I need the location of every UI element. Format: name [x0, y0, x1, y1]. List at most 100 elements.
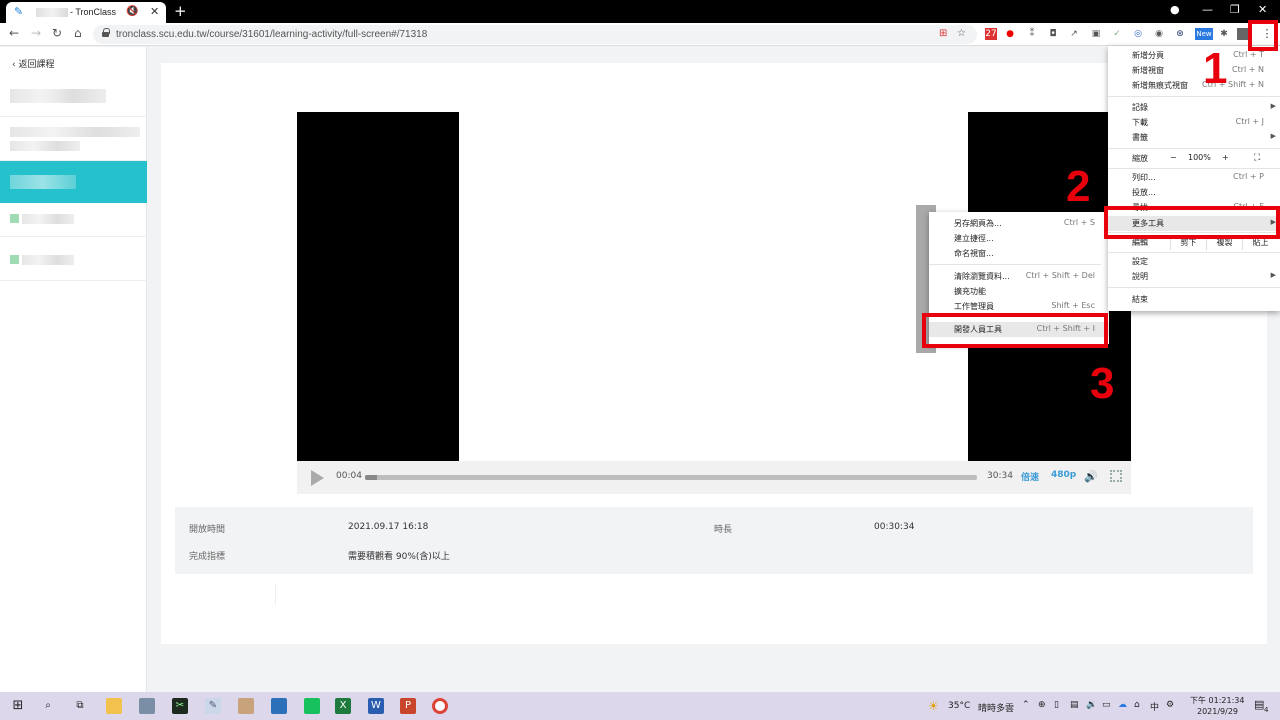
excel-icon[interactable]: X	[335, 698, 351, 714]
puzzle-extensions-icon[interactable]: ✱	[1218, 28, 1230, 40]
menu-item-new-window[interactable]: 新增視窗 Ctrl + N	[1108, 63, 1280, 78]
weather-icon: ☀	[928, 699, 939, 713]
menu-item-task-manager[interactable]: 工作管理員 Shift + Esc	[929, 299, 1109, 314]
check-extension-icon[interactable]: ✓	[1111, 28, 1123, 40]
gmail-extension-icon[interactable]: 27	[985, 28, 997, 40]
chrome-taskbar-icon[interactable]	[432, 698, 448, 714]
profile-icon[interactable]: ●	[1170, 3, 1180, 16]
minimize-icon[interactable]: —	[1202, 3, 1213, 16]
blurred-title-part	[36, 8, 68, 17]
fullscreen-icon[interactable]	[1110, 470, 1122, 482]
clock-date[interactable]: 2021/9/29	[1197, 707, 1238, 716]
menu-item-name-window[interactable]: 命名視窗...	[929, 246, 1109, 261]
opera-extension-icon[interactable]: ●	[1004, 28, 1016, 40]
new-tab-icon[interactable]: +	[174, 2, 187, 20]
menu-item-clear-data[interactable]: 清除瀏覽資料... Ctrl + Shift + Del	[929, 269, 1109, 284]
search-icon[interactable]: ⌕	[40, 698, 56, 714]
fullscreen-toggle-icon[interactable]: ⛶	[1254, 153, 1260, 163]
photos-icon[interactable]	[271, 698, 287, 714]
new-badge-extension[interactable]: New	[1195, 28, 1213, 40]
line-icon[interactable]	[304, 698, 320, 714]
menu-item-incognito[interactable]: 新增無痕式視窗 Ctrl + Shift + N	[1108, 78, 1280, 93]
screenshot-extension-icon[interactable]: ▣	[1090, 28, 1102, 40]
back-to-course-link[interactable]: ‹ 返回課程	[12, 57, 54, 70]
lock-icon	[102, 28, 110, 37]
sidebar-item[interactable]	[0, 237, 147, 281]
speed-button[interactable]: 倍速	[1021, 470, 1039, 483]
volume-tray-icon[interactable]: 🔉	[1086, 700, 1097, 710]
sidebar-item-active[interactable]	[0, 161, 147, 203]
video-frame-left	[297, 112, 459, 461]
clock-time[interactable]: 下午 01:21:34	[1190, 695, 1244, 706]
completion-label: 完成指標	[189, 552, 226, 562]
home-icon[interactable]: ⌂	[74, 26, 82, 40]
sidebar-item[interactable]	[0, 117, 147, 161]
tab-muted-icon[interactable]: 🔇	[126, 6, 138, 17]
reload-icon[interactable]: ↻	[52, 26, 62, 40]
menu-item-history[interactable]: 記錄 ▶	[1108, 100, 1280, 115]
translate-icon[interactable]: ⊞	[939, 28, 947, 39]
word-icon[interactable]: W	[368, 698, 384, 714]
windows-taskbar: ⊞ ⌕ ⧉ ✂ ✎ X W P ☀ 35°C 晴時多雲 ⌃ ⊕ ▯ ▤ 🔉 ▭ …	[0, 692, 1280, 720]
notification-count: 4	[1264, 706, 1269, 714]
circle-extension-icon[interactable]: ◎	[1132, 28, 1144, 40]
task-view-icon[interactable]: ⧉	[72, 698, 88, 714]
menu-item-downloads[interactable]: 下載 Ctrl + J	[1108, 115, 1280, 130]
menu-item-create-shortcut[interactable]: 建立捷徑...	[929, 231, 1109, 246]
camera-extension-icon[interactable]: ◘	[1047, 28, 1059, 40]
tray-icon[interactable]: ⌂	[1134, 700, 1140, 710]
menu-item-exit[interactable]: 結束	[1108, 292, 1280, 307]
app-icon[interactable]	[238, 698, 254, 714]
menu-item-cast[interactable]: 投放...	[1108, 185, 1280, 200]
menu-item-extensions[interactable]: 擴充功能	[929, 284, 1109, 299]
volume-icon[interactable]: 🔊	[1084, 470, 1098, 483]
sidebar-item[interactable]	[0, 77, 147, 117]
network-icon[interactable]: ▭	[1102, 700, 1111, 710]
ime-indicator[interactable]: 中	[1150, 700, 1159, 713]
windows-start-icon[interactable]: ⊞	[10, 698, 26, 714]
tray-chevron-icon[interactable]: ⌃	[1022, 700, 1030, 710]
tray-icon[interactable]: ⊕	[1038, 700, 1046, 710]
tab-close-icon[interactable]: ✕	[150, 5, 159, 18]
paint-icon[interactable]: ✎	[205, 698, 221, 714]
menu-item-settings[interactable]: 設定	[1108, 254, 1280, 269]
quality-button[interactable]: 480p	[1051, 470, 1076, 480]
sidebar-item[interactable]	[0, 203, 147, 237]
progress-bar[interactable]	[365, 475, 977, 480]
notification-icon[interactable]: ▤	[1254, 698, 1264, 711]
weather-text[interactable]: 晴時多雲	[978, 701, 1014, 714]
restore-icon[interactable]: ❐	[1230, 3, 1240, 16]
close-window-icon[interactable]: ✕	[1258, 3, 1267, 16]
extension-icon[interactable]: ⁑	[1026, 28, 1038, 40]
temperature[interactable]: 35°C	[948, 701, 970, 711]
menu-row-zoom: 縮放 − 100% + ⛶	[1132, 153, 1261, 163]
forward-icon[interactable]: →	[31, 26, 41, 40]
bookmark-star-icon[interactable]: ☆	[957, 28, 966, 39]
tray-icon[interactable]: ⚙	[1166, 700, 1174, 710]
chrome-main-menu: 新增分頁 Ctrl + T 新增視窗 Ctrl + N 新增無痕式視窗 Ctrl + …	[1108, 46, 1280, 311]
menu-item-print[interactable]: 列印... Ctrl + P	[1108, 170, 1280, 185]
powerpoint-icon[interactable]: P	[400, 698, 416, 714]
browser-toolbar: ← → ↻ ⌂ tronclass.scu.edu.tw/course/3160…	[0, 23, 1280, 46]
snipping-tool-icon[interactable]: ✂	[172, 698, 188, 714]
open-external-icon[interactable]: ↗	[1068, 28, 1080, 40]
play-icon[interactable]	[311, 470, 324, 486]
url-text[interactable]: tronclass.scu.edu.tw/course/31601/learni…	[116, 29, 427, 40]
tray-icon[interactable]: ▯	[1054, 700, 1059, 710]
menu-item-bookmarks[interactable]: 書籤 ▶	[1108, 130, 1280, 145]
menu-separator	[1108, 287, 1280, 288]
shield-extension-icon[interactable]: ⊛	[1174, 28, 1186, 40]
zoom-in-button[interactable]: +	[1222, 153, 1229, 162]
annotation-number-1: 1	[1203, 44, 1228, 93]
file-explorer-icon[interactable]	[106, 698, 122, 714]
menu-item-save-page[interactable]: 另存網頁為... Ctrl + S	[929, 216, 1109, 231]
browser-tab[interactable]: ✎ - TronClass 🔇 ✕	[6, 2, 166, 23]
onedrive-icon[interactable]: ☁	[1118, 700, 1127, 710]
zoom-out-button[interactable]: −	[1170, 153, 1177, 162]
back-icon[interactable]: ←	[9, 26, 19, 40]
calculator-icon[interactable]	[139, 698, 155, 714]
menu-item-help[interactable]: 說明 ▶	[1108, 269, 1280, 284]
bulb-extension-icon[interactable]: ◉	[1153, 28, 1165, 40]
address-bar[interactable]: tronclass.scu.edu.tw/course/31601/learni…	[93, 25, 977, 44]
tray-icon[interactable]: ▤	[1070, 700, 1079, 710]
